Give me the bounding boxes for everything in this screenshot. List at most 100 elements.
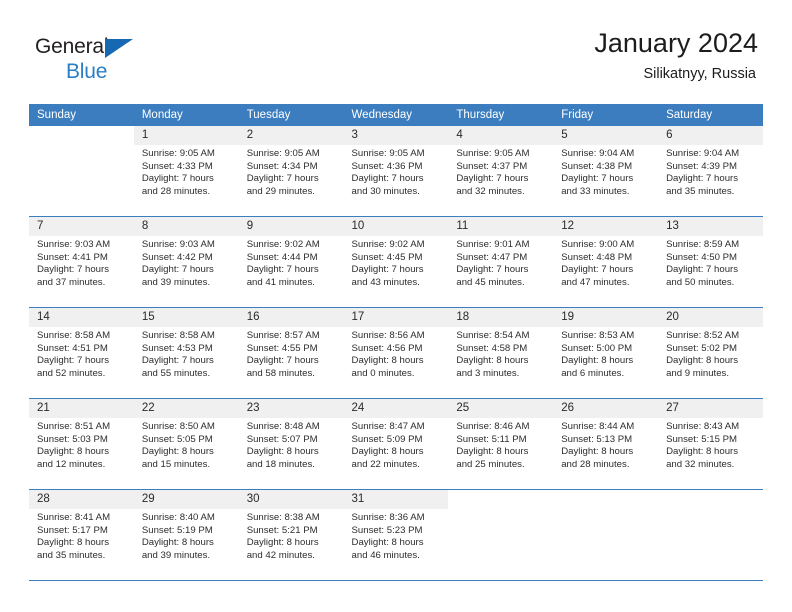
day-info-sunset: Sunset: 4:56 PM <box>351 342 423 354</box>
day-info-sunset: Sunset: 4:39 PM <box>666 160 737 172</box>
day-info-daylight2: and 6 minutes. <box>561 367 625 379</box>
day-info-sunset: Sunset: 4:38 PM <box>561 160 633 172</box>
general-blue-logo[interactable]: General Blue <box>35 36 215 90</box>
calendar-day-cell[interactable]: 24 Sunrise: 8:47 AM Sunset: 5:09 PM Dayligh… <box>343 398 449 490</box>
calendar-day-cell[interactable]: 23 Sunrise: 8:48 AM Sunset: 5:07 PM Dayligh… <box>238 398 344 490</box>
day-number <box>658 490 763 509</box>
calendar-day-cell[interactable]: 17 Sunrise: 8:56 AM Sunset: 4:56 PM Dayligh… <box>343 307 449 399</box>
day-info-daylight2: and 33 minutes. <box>561 185 630 197</box>
calendar-day-cell[interactable]: 18 Sunrise: 8:54 AM Sunset: 4:58 PM Dayligh… <box>448 307 554 399</box>
day-cell-inner: 22 Sunrise: 8:50 AM Sunset: 5:05 PM Dayligh… <box>133 399 239 489</box>
day-info-daylight1: Daylight: 7 hours <box>246 355 319 367</box>
day-sun-info: Sunrise: 8:43 AM Sunset: 5:15 PM Daylight:… <box>658 418 763 471</box>
day-info-sunrise: Sunrise: 8:54 AM <box>456 330 530 341</box>
day-number: 14 <box>29 308 134 327</box>
calendar-day-cell[interactable]: 5 Sunrise: 9:04 AM Sunset: 4:38 PM Daylight… <box>553 126 659 217</box>
day-info-daylight1: Daylight: 7 hours <box>666 173 739 185</box>
calendar-day-cell[interactable]: 3 Sunrise: 9:05 AM Sunset: 4:36 PM Daylight… <box>343 126 449 217</box>
calendar-day-cell[interactable]: 4 Sunrise: 9:05 AM Sunset: 4:37 PM Daylight… <box>448 126 554 217</box>
calendar-day-cell[interactable]: 11 Sunrise: 9:01 AM Sunset: 4:47 PM Dayligh… <box>448 216 554 308</box>
calendar-day-cell[interactable]: 31 Sunrise: 8:36 AM Sunset: 5:23 PM Dayligh… <box>343 489 449 581</box>
calendar-day-cell <box>448 489 554 581</box>
day-info-daylight2: and 47 minutes. <box>561 276 630 288</box>
day-info-daylight1: Daylight: 8 hours <box>666 446 739 458</box>
day-info-sunset: Sunset: 4:42 PM <box>141 251 213 263</box>
day-info-sunrise: Sunrise: 8:52 AM <box>666 330 740 341</box>
day-info-sunrise: Sunrise: 8:46 AM <box>456 421 530 432</box>
calendar-day-cell[interactable]: 27 Sunrise: 8:43 AM Sunset: 5:15 PM Dayligh… <box>658 398 763 490</box>
calendar-day-cell[interactable]: 15 Sunrise: 8:58 AM Sunset: 4:53 PM Dayligh… <box>133 307 239 399</box>
calendar-week-row: 14 Sunrise: 8:58 AM Sunset: 4:51 PM Dayligh… <box>29 307 763 399</box>
day-info-daylight1: Daylight: 8 hours <box>561 355 634 367</box>
day-sun-info: Sunrise: 8:52 AM Sunset: 5:02 PM Daylight:… <box>658 327 763 380</box>
day-sun-info: Sunrise: 8:51 AM Sunset: 5:03 PM Daylight:… <box>29 418 134 471</box>
calendar-week-row: 28 Sunrise: 8:41 AM Sunset: 5:17 PM Dayligh… <box>29 489 763 581</box>
calendar-day-cell[interactable]: 21 Sunrise: 8:51 AM Sunset: 5:03 PM Dayligh… <box>29 398 134 490</box>
calendar-day-cell[interactable]: 2 Sunrise: 9:05 AM Sunset: 4:34 PM Daylight… <box>238 126 344 217</box>
calendar-day-cell[interactable]: 14 Sunrise: 8:58 AM Sunset: 4:51 PM Dayligh… <box>29 307 134 399</box>
calendar-day-cell[interactable]: 6 Sunrise: 9:04 AM Sunset: 4:39 PM Daylight… <box>658 126 763 217</box>
calendar-day-cell[interactable]: 7 Sunrise: 9:03 AM Sunset: 4:41 PM Daylight… <box>29 216 134 308</box>
day-info-daylight2: and 35 minutes. <box>37 549 106 561</box>
day-info-daylight2: and 0 minutes. <box>351 367 415 379</box>
day-sun-info: Sunrise: 9:03 AM Sunset: 4:41 PM Daylight:… <box>29 236 134 289</box>
weekday-header-friday: Friday <box>553 104 659 126</box>
day-info-daylight1: Daylight: 7 hours <box>246 173 319 185</box>
calendar-day-cell[interactable]: 30 Sunrise: 8:38 AM Sunset: 5:21 PM Dayligh… <box>238 489 344 581</box>
day-number: 25 <box>448 399 554 418</box>
day-cell-inner <box>29 126 134 216</box>
day-info-sunset: Sunset: 5:23 PM <box>351 524 423 536</box>
calendar-day-cell[interactable]: 26 Sunrise: 8:44 AM Sunset: 5:13 PM Dayligh… <box>553 398 659 490</box>
calendar-day-cell <box>553 489 659 581</box>
day-info-daylight2: and 12 minutes. <box>37 458 106 470</box>
day-sun-info: Sunrise: 9:01 AM Sunset: 4:47 PM Daylight:… <box>448 236 553 289</box>
calendar-day-cell[interactable]: 16 Sunrise: 8:57 AM Sunset: 4:55 PM Dayligh… <box>238 307 344 399</box>
calendar-day-cell[interactable]: 1 Sunrise: 9:05 AM Sunset: 4:33 PM Daylight… <box>133 126 239 217</box>
day-info-sunrise: Sunrise: 9:02 AM <box>246 239 320 250</box>
day-info-daylight1: Daylight: 7 hours <box>37 264 109 276</box>
day-info-sunrise: Sunrise: 8:53 AM <box>561 330 635 341</box>
calendar-day-cell[interactable]: 19 Sunrise: 8:53 AM Sunset: 5:00 PM Dayligh… <box>553 307 659 399</box>
day-cell-inner: 13 Sunrise: 8:59 AM Sunset: 4:50 PM Dayligh… <box>658 217 763 307</box>
calendar-day-cell[interactable]: 25 Sunrise: 8:46 AM Sunset: 5:11 PM Dayligh… <box>448 398 554 490</box>
calendar-day-cell[interactable]: 13 Sunrise: 8:59 AM Sunset: 4:50 PM Dayligh… <box>658 216 763 308</box>
day-info-sunset: Sunset: 4:58 PM <box>456 342 528 354</box>
day-number: 20 <box>658 308 763 327</box>
calendar-day-cell[interactable]: 29 Sunrise: 8:40 AM Sunset: 5:19 PM Dayligh… <box>133 489 239 581</box>
day-info-sunset: Sunset: 4:34 PM <box>246 160 318 172</box>
day-number: 10 <box>343 217 449 236</box>
day-number: 3 <box>343 126 449 145</box>
day-sun-info: Sunrise: 9:02 AM Sunset: 4:44 PM Daylight:… <box>239 236 344 289</box>
calendar-day-cell[interactable]: 12 Sunrise: 9:00 AM Sunset: 4:48 PM Dayligh… <box>553 216 659 308</box>
calendar-day-cell[interactable]: 9 Sunrise: 9:02 AM Sunset: 4:44 PM Daylight… <box>238 216 344 308</box>
day-cell-inner: 12 Sunrise: 9:00 AM Sunset: 4:48 PM Dayligh… <box>553 217 659 307</box>
day-number <box>29 126 134 145</box>
day-number: 5 <box>553 126 659 145</box>
day-info-daylight1: Daylight: 7 hours <box>37 355 109 367</box>
day-sun-info: Sunrise: 9:05 AM Sunset: 4:36 PM Daylight:… <box>344 145 449 198</box>
day-number: 22 <box>133 399 239 418</box>
day-number: 18 <box>448 308 554 327</box>
day-info-sunrise: Sunrise: 8:47 AM <box>351 421 425 432</box>
day-cell-inner: 6 Sunrise: 9:04 AM Sunset: 4:39 PM Daylight… <box>658 126 763 216</box>
calendar-day-cell[interactable]: 22 Sunrise: 8:50 AM Sunset: 5:05 PM Dayligh… <box>133 398 239 490</box>
day-info-daylight1: Daylight: 8 hours <box>246 537 319 549</box>
day-number: 31 <box>343 490 449 509</box>
day-sun-info: Sunrise: 9:05 AM Sunset: 4:34 PM Daylight:… <box>239 145 344 198</box>
calendar-day-cell[interactable]: 8 Sunrise: 9:03 AM Sunset: 4:42 PM Daylight… <box>133 216 239 308</box>
calendar-day-cell[interactable]: 28 Sunrise: 8:41 AM Sunset: 5:17 PM Dayligh… <box>29 489 134 581</box>
day-cell-inner: 4 Sunrise: 9:05 AM Sunset: 4:37 PM Daylight… <box>448 126 554 216</box>
day-info-daylight2: and 35 minutes. <box>666 185 735 197</box>
weekday-header-saturday: Saturday <box>658 104 763 126</box>
day-info-sunrise: Sunrise: 9:00 AM <box>561 239 635 250</box>
day-info-daylight1: Daylight: 7 hours <box>456 173 529 185</box>
day-number: 7 <box>29 217 134 236</box>
day-info-sunrise: Sunrise: 8:59 AM <box>666 239 740 250</box>
day-cell-inner: 17 Sunrise: 8:56 AM Sunset: 4:56 PM Dayligh… <box>343 308 449 398</box>
day-number: 29 <box>133 490 239 509</box>
day-cell-inner: 19 Sunrise: 8:53 AM Sunset: 5:00 PM Dayligh… <box>553 308 659 398</box>
calendar-day-cell[interactable]: 20 Sunrise: 8:52 AM Sunset: 5:02 PM Dayligh… <box>658 307 763 399</box>
calendar-day-cell[interactable]: 10 Sunrise: 9:02 AM Sunset: 4:45 PM Dayligh… <box>343 216 449 308</box>
day-info-daylight2: and 25 minutes. <box>456 458 525 470</box>
day-info-sunrise: Sunrise: 8:58 AM <box>141 330 215 341</box>
